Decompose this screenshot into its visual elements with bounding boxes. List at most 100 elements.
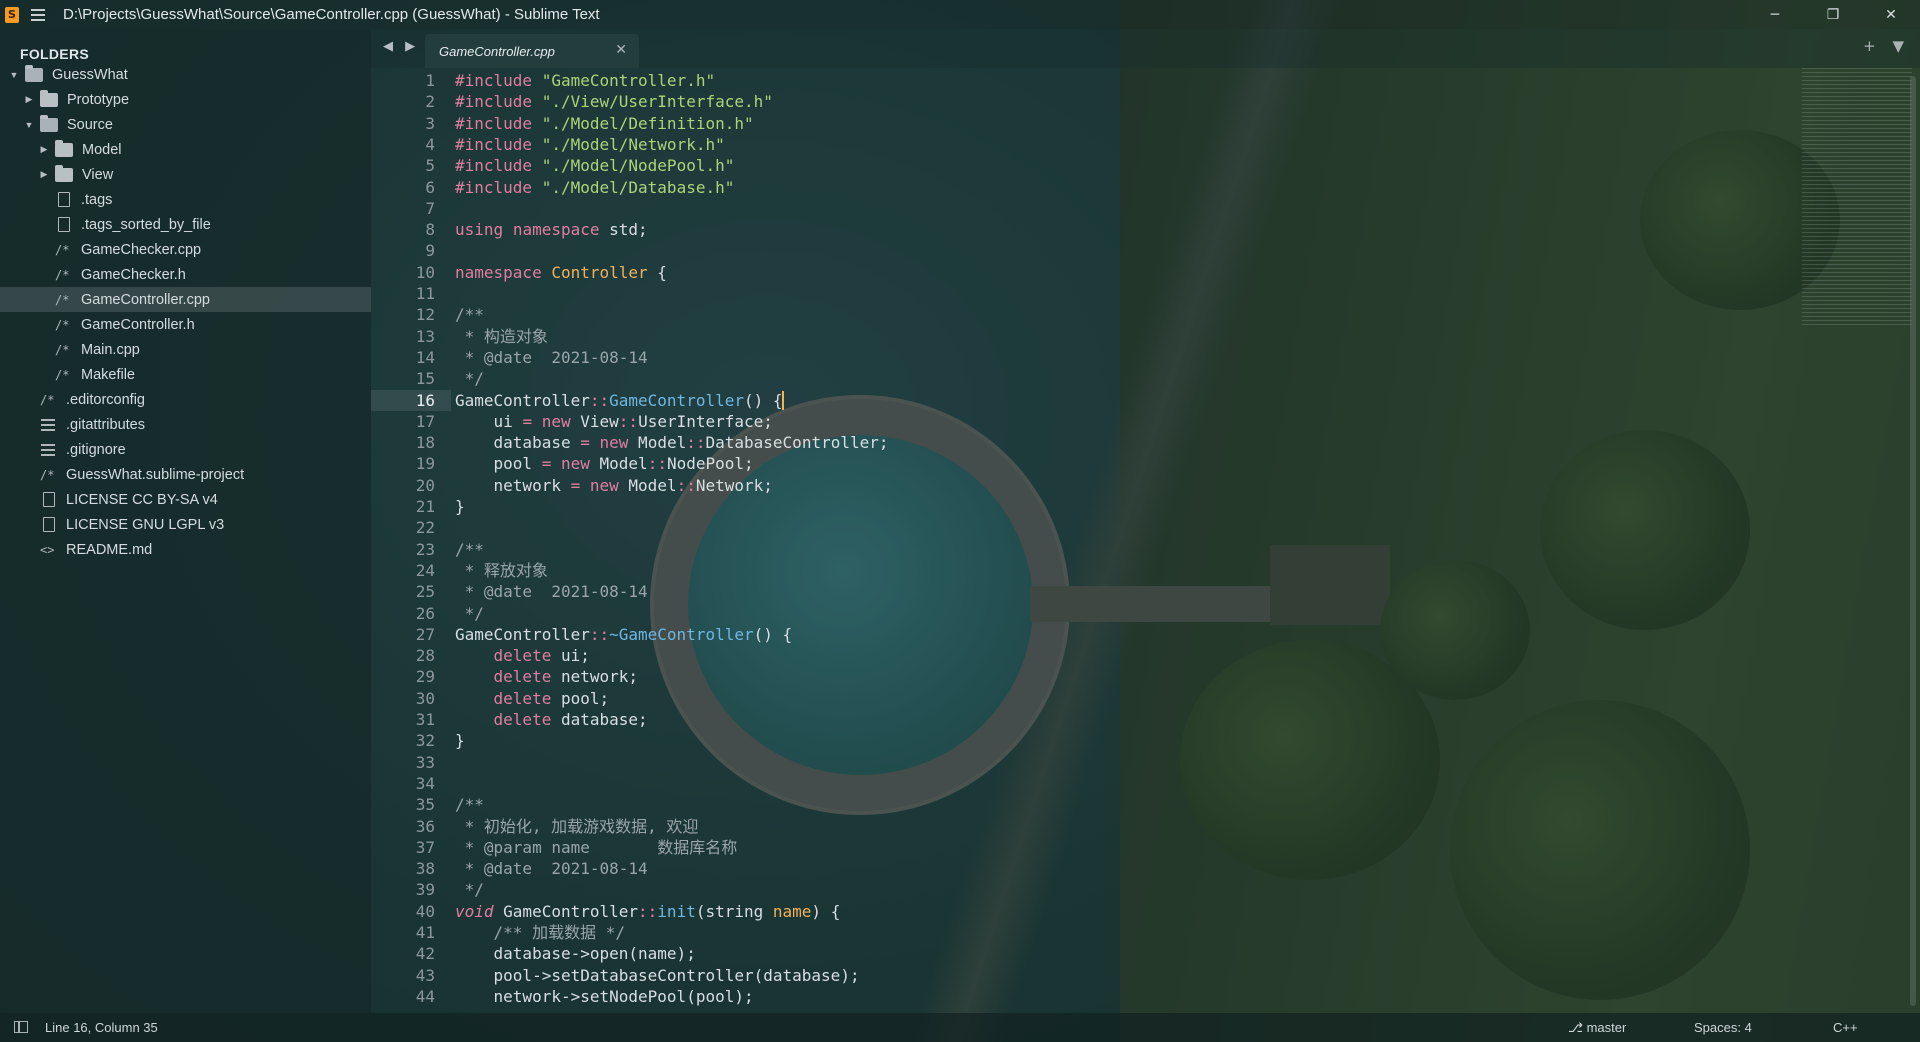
code-line[interactable]: } — [455, 496, 465, 517]
line-number: 35 — [415, 795, 435, 815]
line-number: 40 — [415, 901, 435, 921]
code-line[interactable]: GameController::GameController() { — [455, 390, 783, 411]
code-line[interactable]: pool = new Model::NodePool; — [455, 453, 754, 474]
sidebar-item[interactable]: .tags_sorted_by_file — [0, 212, 371, 237]
file-icon — [58, 217, 70, 232]
git-branch[interactable]: ⎇ master — [1568, 1020, 1626, 1036]
chevron-down-icon[interactable]: ▼ — [8, 70, 20, 80]
tab-actions[interactable]: + ▼ — [1863, 37, 1910, 55]
code-line[interactable]: * @date 2021-08-14 — [455, 347, 648, 368]
line-number: 43 — [415, 965, 435, 985]
code-line[interactable]: * 初始化, 加载游戏数据, 欢迎 — [455, 816, 699, 837]
sidebar-item[interactable]: /* GameController.cpp — [0, 287, 371, 312]
code-line[interactable]: void GameController::init(string name) { — [455, 901, 840, 922]
code-line[interactable]: } — [455, 730, 465, 751]
code-line[interactable]: ui = new View::UserInterface; — [455, 411, 773, 432]
text-lines-icon — [41, 443, 55, 456]
code-line[interactable]: #include "./Model/Network.h" — [455, 134, 725, 155]
code-line[interactable]: /** 加载数据 */ — [455, 922, 625, 943]
code-line[interactable]: /** — [455, 794, 484, 815]
sidebar-item[interactable]: ▶ Prototype — [0, 87, 371, 112]
code-line[interactable]: /** — [455, 539, 484, 560]
sidebar-item[interactable]: .gitignore — [0, 437, 371, 462]
code-line[interactable]: */ — [455, 368, 484, 389]
code-line[interactable]: #include "./Model/Definition.h" — [455, 113, 754, 134]
code-line[interactable]: database = new Model::DatabaseController… — [455, 432, 889, 453]
sidebar-item[interactable]: /* GuessWhat.sublime-project — [0, 462, 371, 487]
sidebar-item[interactable]: ▼ GuessWhat — [0, 62, 371, 87]
sidebar-item[interactable]: .tags — [0, 187, 371, 212]
sidebar-item[interactable]: /* GameChecker.h — [0, 262, 371, 287]
sidebar-item[interactable]: ▶ Model — [0, 137, 371, 162]
sidebar-item[interactable]: LICENSE CC BY-SA v4 — [0, 487, 371, 512]
code-line[interactable]: network = new Model::Network; — [455, 475, 773, 496]
sidebar-item[interactable]: /* GameChecker.cpp — [0, 237, 371, 262]
minimap[interactable] — [1802, 68, 1912, 328]
code-line[interactable]: network->setNodePool(pool); — [455, 986, 754, 1007]
code-line[interactable]: #include "./Model/Database.h" — [455, 177, 734, 198]
sidebar-item[interactable]: LICENSE GNU LGPL v3 — [0, 512, 371, 537]
line-number: 21 — [415, 497, 435, 516]
indent: ▼ — [0, 120, 35, 130]
line-number: 24 — [415, 560, 435, 580]
code-line[interactable]: /** — [455, 304, 484, 325]
sidebar-item[interactable]: /* .editorconfig — [0, 387, 371, 412]
code-line[interactable]: */ — [455, 603, 484, 624]
code-file-icon: /* — [55, 317, 70, 332]
line-number: 27 — [415, 624, 435, 644]
chevron-right-icon[interactable]: ▶ — [38, 144, 50, 155]
sidebar-item-label: GameChecker.h — [81, 266, 186, 283]
hamburger-menu-icon[interactable] — [31, 8, 45, 21]
sidebar-item[interactable]: /* Main.cpp — [0, 337, 371, 362]
chevron-right-icon[interactable]: ▶ — [23, 94, 35, 105]
code-line[interactable]: #include "GameController.h" — [455, 70, 715, 91]
syntax-mode[interactable]: C++ — [1833, 1020, 1858, 1035]
sidebar-item[interactable]: .gitattributes — [0, 412, 371, 437]
sidebar-item[interactable]: <> README.md — [0, 537, 371, 562]
code-line[interactable]: database->open(name); — [455, 943, 696, 964]
sidebar-item[interactable]: /* GameController.h — [0, 312, 371, 337]
code-line[interactable]: delete pool; — [455, 688, 610, 709]
close-window-button[interactable]: ✕ — [1862, 0, 1920, 29]
code-line[interactable]: delete network; — [455, 666, 639, 687]
code-line[interactable]: #include "./Model/NodePool.h" — [455, 155, 734, 176]
tab-bar: ◀ ▶ GameController.cpp ✕ + ▼ — [371, 29, 1920, 68]
chevron-right-icon[interactable]: ▶ — [38, 169, 50, 180]
code-line[interactable]: * @date 2021-08-14 — [455, 858, 648, 879]
code-line[interactable]: * @date 2021-08-14 — [455, 581, 648, 602]
restore-button[interactable]: ❐ — [1804, 0, 1862, 29]
indentation-setting[interactable]: Spaces: 4 — [1694, 1020, 1752, 1035]
code-line[interactable]: using namespace std; — [455, 219, 648, 240]
tab-close-icon[interactable]: ✕ — [615, 42, 627, 58]
text-lines-icon — [41, 418, 55, 431]
minimize-button[interactable]: ─ — [1746, 0, 1804, 29]
code-line[interactable]: delete ui; — [455, 645, 590, 666]
code-file-icon: /* — [40, 467, 55, 482]
chevron-down-icon[interactable]: ▼ — [23, 120, 35, 130]
code-line[interactable]: * 释放对象 — [455, 560, 548, 581]
sidebar-item-label: README.md — [66, 541, 153, 558]
code-line[interactable]: GameController::~GameController() { — [455, 624, 792, 645]
line-number: 29 — [415, 667, 435, 687]
code-editor[interactable]: 1 2 3 4 5 6 7 8 9 10 11 12 13 14 15 16 17 18 19 20 21 22 23 24 2… — [371, 68, 1920, 1013]
code-area[interactable]: #include "GameController.h" #include "./V… — [455, 68, 1755, 1013]
line-number: 18 — [415, 433, 435, 453]
tab-nav-arrows[interactable]: ◀ ▶ — [383, 39, 419, 54]
code-line[interactable]: * 构造对象 — [455, 326, 548, 347]
code-line[interactable]: namespace Controller { — [455, 262, 667, 283]
sidebar-item[interactable]: /* Makefile — [0, 362, 371, 387]
window-controls: ─ ❐ ✕ — [1746, 0, 1920, 29]
line-number: 3 — [425, 113, 435, 133]
code-line[interactable]: */ — [455, 879, 484, 900]
code-line[interactable]: #include "./View/UserInterface.h" — [455, 91, 773, 112]
sidebar-item[interactable]: ▼ Source — [0, 112, 371, 137]
toggle-panel-icon[interactable] — [14, 1021, 28, 1033]
line-number: 11 — [415, 284, 435, 303]
code-line[interactable]: * @param name 数据库名称 — [455, 837, 738, 858]
vertical-scrollbar[interactable] — [1910, 76, 1916, 1006]
sidebar-item[interactable]: ▶ View — [0, 162, 371, 187]
code-line[interactable]: delete database; — [455, 709, 648, 730]
code-line[interactable]: pool->setDatabaseController(database); — [455, 965, 860, 986]
cursor-position[interactable]: Line 16, Column 35 — [45, 1020, 158, 1035]
tab-gamecontroller-cpp[interactable]: GameController.cpp ✕ — [425, 34, 639, 68]
